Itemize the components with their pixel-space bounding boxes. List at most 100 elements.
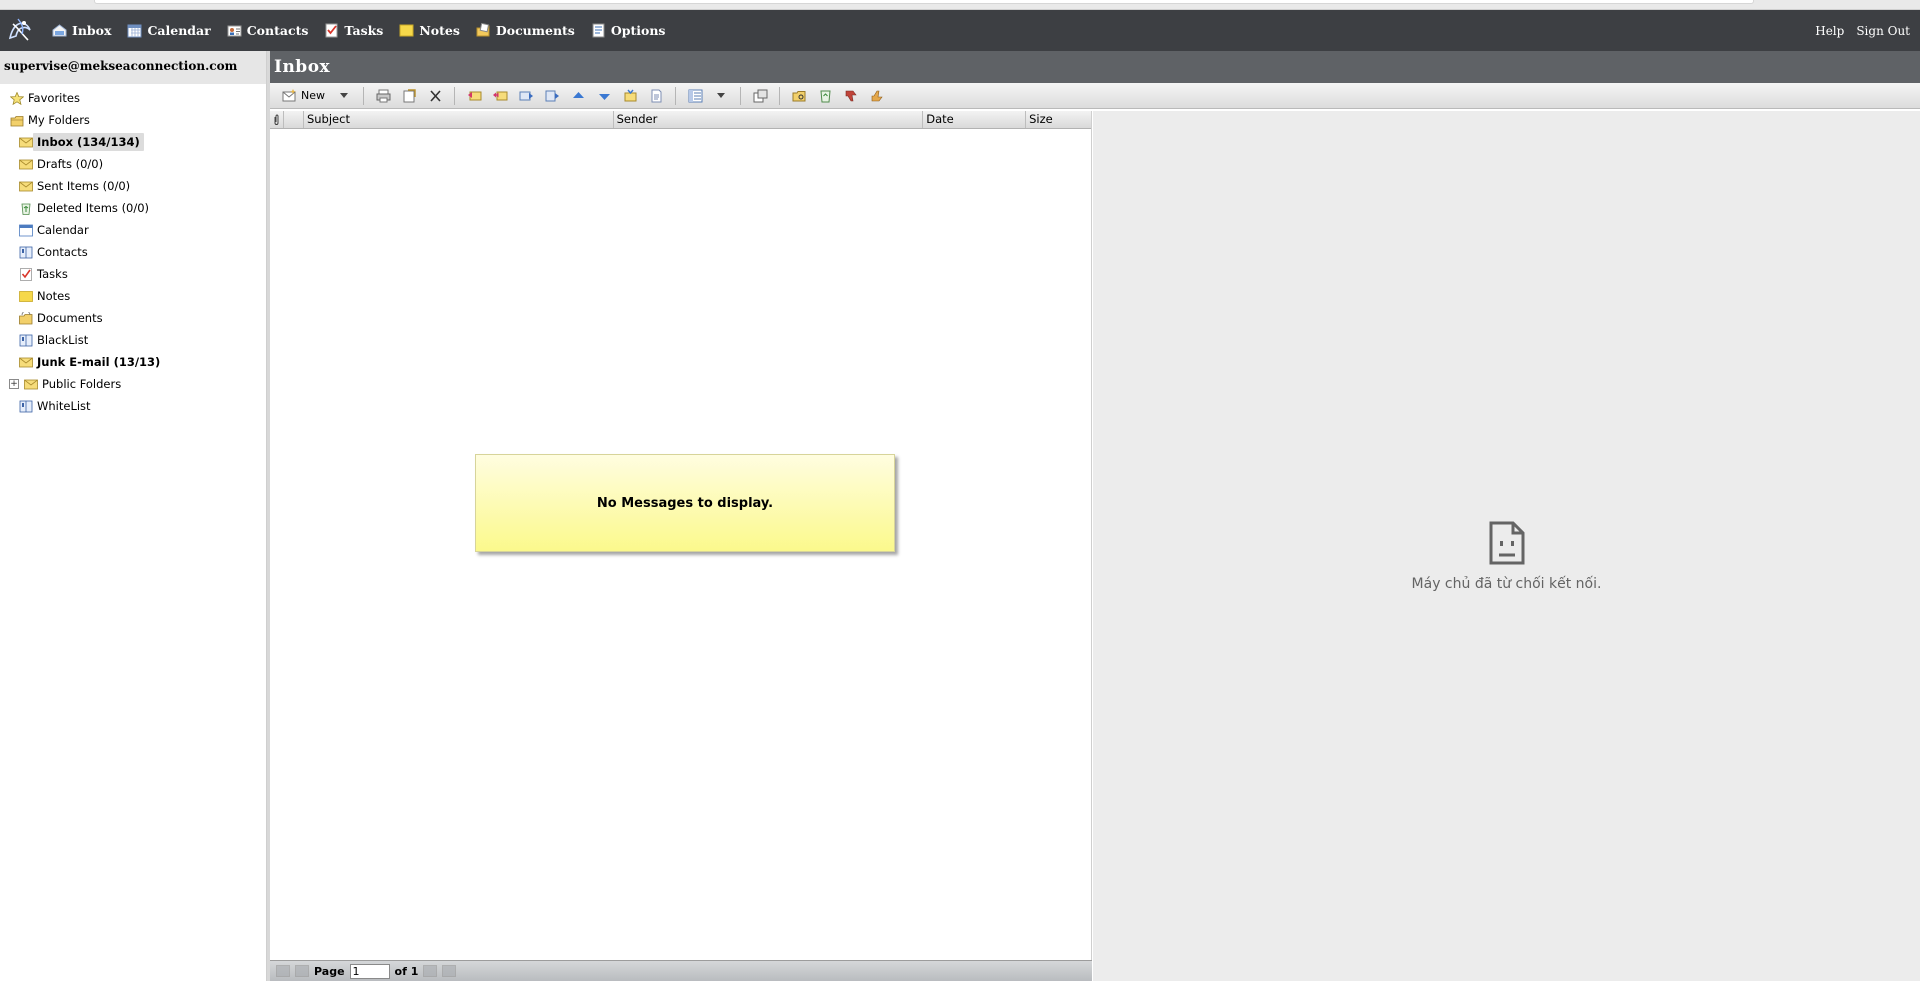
nav-calendar[interactable]: Calendar xyxy=(127,23,211,38)
folder-notes-label: Notes xyxy=(37,289,71,303)
folder-tasks[interactable]: Tasks xyxy=(0,263,266,285)
new-dropdown-button[interactable] xyxy=(333,86,355,106)
print-button[interactable] xyxy=(372,86,394,106)
sign-out-link[interactable]: Sign Out xyxy=(1856,24,1910,38)
page-number-input[interactable] xyxy=(349,963,390,979)
nav-notes[interactable]: Notes xyxy=(399,23,460,38)
tree-my-folders[interactable]: My Folders xyxy=(0,109,266,131)
folder-whitelist[interactable]: WhiteList xyxy=(0,395,266,417)
message-list-pane: Subject Sender Date Size No Messages to … xyxy=(270,111,1092,981)
nav-tasks-label: Tasks xyxy=(344,23,384,38)
toolbar-separator xyxy=(740,86,741,105)
window-icon xyxy=(753,89,767,102)
reply-icon xyxy=(467,91,481,100)
arrow-down-icon xyxy=(598,93,610,100)
recycle-bin-icon xyxy=(21,203,31,215)
next-page-icon[interactable] xyxy=(423,965,438,977)
column-attachment[interactable] xyxy=(270,111,284,128)
nav-contacts[interactable]: Contacts xyxy=(227,23,308,38)
sad-document-icon xyxy=(1489,521,1524,565)
folder-drafts[interactable]: Drafts (0/0) xyxy=(0,153,266,175)
documents-icon xyxy=(19,311,33,324)
previous-message-button[interactable] xyxy=(567,86,589,106)
folder-public-folders[interactable]: + Public Folders xyxy=(0,373,266,395)
last-page-icon[interactable] xyxy=(442,965,457,977)
recycle-bin-icon xyxy=(819,90,831,102)
mark-read-button[interactable] xyxy=(619,86,641,106)
view-layout-dropdown[interactable] xyxy=(710,86,732,106)
nav-options[interactable]: Options xyxy=(591,23,665,38)
empty-message-text: No Messages to display. xyxy=(596,495,774,511)
sidebar-user-email: supervise@mekseaconnection.com xyxy=(0,51,266,84)
mark-spam-button[interactable] xyxy=(840,86,862,106)
folder-junk-email-label: Junk E-mail (13/13) xyxy=(37,355,161,369)
envelope-icon xyxy=(19,137,33,147)
paperclip-icon xyxy=(274,114,279,125)
empty-trash-button[interactable] xyxy=(814,86,836,106)
layout-icon xyxy=(688,89,702,102)
toolbar-separator xyxy=(454,86,455,105)
tree-my-folders-label: My Folders xyxy=(28,113,90,127)
next-message-button[interactable] xyxy=(593,86,615,106)
notes-icon xyxy=(399,24,414,37)
nav-calendar-label: Calendar xyxy=(147,23,211,38)
popout-button[interactable] xyxy=(749,86,771,106)
options-icon xyxy=(592,23,605,38)
expand-plus-icon[interactable]: + xyxy=(9,379,19,389)
forward-icon xyxy=(519,91,533,100)
page-label: Page xyxy=(314,964,345,978)
first-page-icon[interactable] xyxy=(276,965,290,977)
folder-documents[interactable]: Documents xyxy=(0,307,266,329)
forward-button[interactable] xyxy=(515,86,537,106)
arrow-up-icon xyxy=(572,91,584,98)
new-button[interactable]: New xyxy=(278,86,329,106)
main-area: Inbox New Subject Sender Date Size No Me… xyxy=(270,51,1920,981)
folder-blacklist-label: BlackList xyxy=(37,333,89,347)
mark-read-icon xyxy=(624,89,636,101)
column-sender[interactable]: Sender xyxy=(614,111,924,128)
tree-favorites[interactable]: Favorites xyxy=(0,87,266,109)
folder-notes[interactable]: Notes xyxy=(0,285,266,307)
reply-button[interactable] xyxy=(463,86,485,106)
column-flag[interactable] xyxy=(284,111,304,128)
forward-attachment-icon xyxy=(545,90,559,101)
view-source-button[interactable] xyxy=(645,86,667,106)
view-layout-button[interactable] xyxy=(684,86,706,106)
envelope-icon xyxy=(19,357,33,367)
folder-tasks-label: Tasks xyxy=(37,267,68,281)
delete-button[interactable] xyxy=(424,86,446,106)
folder-blacklist[interactable]: BlackList xyxy=(0,329,266,351)
previous-page-icon[interactable] xyxy=(295,965,309,977)
forward-attachment-button[interactable] xyxy=(541,86,563,106)
move-button[interactable] xyxy=(398,86,420,106)
nav-inbox[interactable]: Inbox xyxy=(52,23,111,38)
envelope-icon xyxy=(19,159,33,169)
chevron-down-icon xyxy=(717,93,725,98)
folder-inbox[interactable]: Inbox (134/134) xyxy=(0,131,266,153)
sidebar: supervise@mekseaconnection.com Favorites… xyxy=(0,51,267,981)
folder-deleted-items[interactable]: Deleted Items (0/0) xyxy=(0,197,266,219)
column-subject[interactable]: Subject xyxy=(304,111,614,128)
tasks-icon xyxy=(20,267,32,281)
connection-error-text: Máy chủ đã từ chối kết nối. xyxy=(1411,576,1602,592)
folder-sent-items[interactable]: Sent Items (0/0) xyxy=(0,175,266,197)
mark-not-spam-button[interactable] xyxy=(866,86,888,106)
toolbar-separator xyxy=(363,86,364,105)
folder-junk-email[interactable]: Junk E-mail (13/13) xyxy=(0,351,266,373)
folder-contacts[interactable]: Contacts xyxy=(0,241,266,263)
message-list-header: Subject Sender Date Size xyxy=(270,111,1091,129)
help-link[interactable]: Help xyxy=(1815,24,1844,38)
address-book-icon xyxy=(19,334,33,346)
folder-documents-label: Documents xyxy=(37,311,103,325)
top-navbar: Inbox Calendar Contacts Tasks Notes Docu… xyxy=(0,10,1920,51)
nav-tasks[interactable]: Tasks xyxy=(324,23,383,38)
search-folder-button[interactable] xyxy=(788,86,810,106)
folder-calendar[interactable]: Calendar xyxy=(0,219,266,241)
app-logo-icon[interactable] xyxy=(4,14,36,46)
nav-documents[interactable]: Documents xyxy=(476,23,575,38)
folder-contacts-label: Contacts xyxy=(37,245,88,259)
folder-stack-icon xyxy=(10,115,24,126)
column-size[interactable]: Size xyxy=(1026,111,1091,128)
column-date[interactable]: Date xyxy=(923,111,1027,128)
reply-all-button[interactable] xyxy=(489,86,511,106)
